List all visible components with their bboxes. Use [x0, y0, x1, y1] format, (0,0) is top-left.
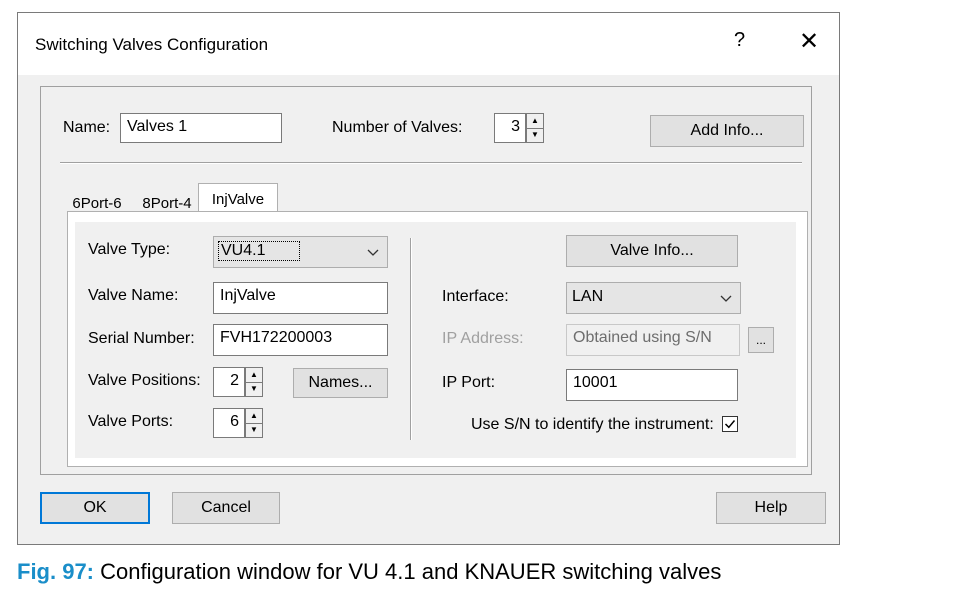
add-info-button[interactable]: Add Info... — [650, 115, 804, 147]
spin-up-icon[interactable]: ▲ — [527, 114, 543, 128]
ip-port-input[interactable]: 10001 — [566, 369, 738, 401]
valve-info-button[interactable]: Valve Info... — [566, 235, 738, 267]
serial-number-label: Serial Number: — [88, 330, 195, 347]
column-divider — [410, 238, 412, 440]
valve-name-input[interactable]: InjValve — [213, 282, 388, 314]
valve-ports-value[interactable]: 6 — [213, 408, 245, 438]
ok-button[interactable]: OK — [40, 492, 150, 524]
checkmark-icon — [724, 420, 736, 429]
interface-value: LAN — [572, 288, 604, 305]
name-label: Name: — [63, 119, 111, 136]
valve-type-select[interactable]: VU4.1 — [213, 236, 388, 268]
browse-button[interactable]: ... — [748, 327, 774, 353]
figure-caption: Fig. 97: Configuration window for VU 4.1… — [17, 559, 721, 585]
names-button[interactable]: Names... — [293, 368, 388, 398]
help-button[interactable]: Help — [716, 492, 826, 524]
tab-6port-6[interactable]: 6Port-6 — [64, 188, 130, 212]
name-input[interactable]: Valves 1 — [120, 113, 282, 143]
use-sn-checkbox[interactable] — [722, 416, 738, 432]
spin-down-icon[interactable]: ▼ — [246, 381, 262, 397]
valve-name-label: Valve Name: — [88, 287, 179, 304]
number-of-valves-stepper[interactable]: ▲ ▼ — [526, 113, 544, 143]
valve-type-label: Valve Type: — [88, 241, 171, 258]
use-sn-label: Use S/N to identify the instrument: — [471, 416, 714, 433]
help-icon[interactable]: ? — [734, 29, 745, 52]
spin-up-icon[interactable]: ▲ — [246, 368, 262, 382]
title-bar: Switching Valves Configuration ? ✕ — [18, 13, 839, 75]
chevron-down-icon — [720, 295, 732, 302]
window-title: Switching Valves Configuration — [35, 35, 269, 54]
valve-positions-label: Valve Positions: — [88, 372, 201, 389]
serial-number-input[interactable]: FVH172200003 — [213, 324, 388, 356]
valve-ports-label: Valve Ports: — [88, 413, 174, 430]
cancel-button[interactable]: Cancel — [172, 492, 280, 524]
valve-ports-stepper[interactable]: ▲ ▼ — [245, 408, 263, 438]
valve-positions-value[interactable]: 2 — [213, 367, 245, 397]
figure-text: Configuration window for VU 4.1 and KNAU… — [100, 559, 722, 584]
divider — [60, 162, 802, 164]
spin-down-icon[interactable]: ▼ — [246, 422, 262, 438]
valve-positions-stepper[interactable]: ▲ ▼ — [245, 367, 263, 397]
valve-type-value: VU4.1 — [217, 241, 301, 261]
spin-down-icon[interactable]: ▼ — [527, 127, 543, 143]
ip-port-label: IP Port: — [442, 374, 496, 391]
tab-8port-4[interactable]: 8Port-4 — [134, 188, 200, 212]
figure-number: Fig. 97: — [17, 559, 95, 584]
interface-label: Interface: — [442, 288, 509, 305]
spin-up-icon[interactable]: ▲ — [246, 409, 262, 423]
close-icon[interactable]: ✕ — [799, 27, 819, 55]
chevron-down-icon — [367, 249, 379, 256]
ip-address-input: Obtained using S/N — [566, 324, 740, 356]
ip-address-label: IP Address: — [442, 330, 524, 347]
number-of-valves-label: Number of Valves: — [332, 119, 463, 136]
interface-select[interactable]: LAN — [566, 282, 741, 314]
tab-injvalve[interactable]: InjValve — [198, 183, 278, 213]
number-of-valves-value[interactable]: 3 — [494, 113, 526, 143]
